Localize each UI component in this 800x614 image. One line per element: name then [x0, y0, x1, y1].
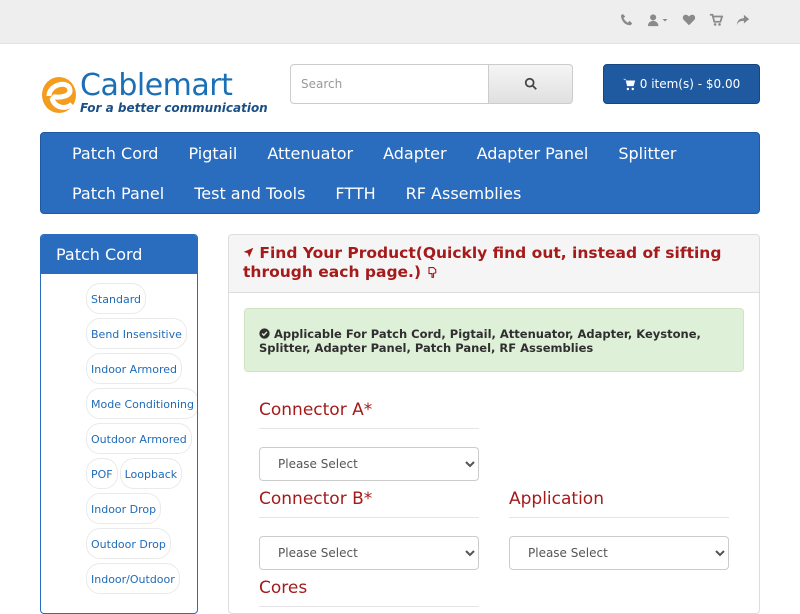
menu-row-2: Patch Panel Test and Tools FTTH RF Assem…: [57, 173, 743, 213]
menu-item-attenuator[interactable]: Attenuator: [252, 144, 368, 163]
phone-icon[interactable]: [618, 11, 636, 29]
sidebar-item-loopback[interactable]: Loopback: [119, 458, 183, 489]
site-logo[interactable]: Cablemart For a better communication: [40, 68, 268, 120]
sidebar-item-indoor-drop[interactable]: Indoor Drop: [86, 493, 162, 524]
check-circle-icon: [259, 328, 270, 339]
main-menu: Patch Cord Pigtail Attenuator Adapter Ad…: [40, 132, 760, 214]
application-select[interactable]: Please Select: [509, 536, 729, 570]
menu-item-patch-panel[interactable]: Patch Panel: [57, 184, 179, 203]
logo-tagline: For a better communication: [80, 101, 268, 115]
menu-row-1: Patch Cord Pigtail Attenuator Adapter Ad…: [57, 133, 743, 173]
menu-item-patch-cord[interactable]: Patch Cord: [57, 144, 173, 163]
connector-b-label: Connector B*: [259, 489, 479, 518]
product-finder-panel: Find Your Product(Quickly find out, inst…: [228, 234, 760, 614]
menu-item-adapter-panel[interactable]: Adapter Panel: [462, 144, 604, 163]
sidebar-item-mode-conditioning[interactable]: Mode Conditioning: [86, 388, 197, 419]
cart-label: 0 item(s) - $0.00: [639, 77, 741, 91]
share-icon[interactable]: [734, 11, 752, 29]
shopping-cart-icon: [622, 78, 635, 90]
search-bar: [290, 64, 573, 104]
search-button[interactable]: [488, 64, 573, 104]
logo-brand: Cablemart: [80, 68, 233, 103]
cores-label: Cores: [259, 578, 479, 607]
applicable-text: Applicable For Patch Cord, Pigtail, Atte…: [259, 327, 701, 355]
search-icon: [524, 77, 537, 90]
sidebar-item-indoor-outdoor[interactable]: Indoor/Outdoor: [86, 563, 180, 594]
heart-icon[interactable]: [680, 11, 698, 29]
cart-icon[interactable]: [707, 11, 725, 29]
location-arrow-icon: [243, 247, 254, 258]
application-field: Application Please Select: [509, 489, 729, 570]
cart-button[interactable]: 0 item(s) - $0.00: [603, 64, 760, 104]
connector-b-select[interactable]: Please Select: [259, 536, 479, 570]
category-sidebar: Patch Cord Standard Bend Insensitive Ind…: [40, 234, 198, 614]
sidebar-item-standard[interactable]: Standard: [86, 283, 147, 314]
finder-heading: Find Your Product(Quickly find out, inst…: [243, 244, 722, 281]
sidebar-item-bend-insensitive[interactable]: Bend Insensitive: [86, 318, 187, 349]
connector-b-field: Connector B* Please Select: [259, 489, 479, 570]
menu-item-rf-assemblies[interactable]: RF Assemblies: [391, 184, 537, 203]
menu-item-pigtail[interactable]: Pigtail: [173, 144, 252, 163]
menu-item-test-and-tools[interactable]: Test and Tools: [179, 184, 320, 203]
top-bar: [0, 0, 800, 44]
hand-point-down-icon: [428, 266, 437, 278]
sidebar-list: Standard Bend Insensitive Indoor Armored…: [41, 274, 197, 598]
menu-item-ftth[interactable]: FTTH: [320, 184, 390, 203]
sidebar-title: Patch Cord: [41, 235, 197, 274]
menu-item-splitter[interactable]: Splitter: [603, 144, 691, 163]
cores-field: Cores: [259, 578, 479, 607]
menu-item-adapter[interactable]: Adapter: [368, 144, 461, 163]
sidebar-item-outdoor-drop[interactable]: Outdoor Drop: [86, 528, 171, 559]
application-label: Application: [509, 489, 729, 518]
logo-e-icon: [42, 77, 76, 113]
search-input[interactable]: [290, 64, 488, 104]
sidebar-item-indoor-armored[interactable]: Indoor Armored: [86, 353, 183, 384]
top-icons: [618, 11, 752, 29]
sidebar-item-pof[interactable]: POF: [86, 458, 118, 489]
user-icon[interactable]: [645, 11, 671, 29]
connector-a-select[interactable]: Please Select: [259, 447, 479, 481]
applicable-alert: Applicable For Patch Cord, Pigtail, Atte…: [244, 308, 744, 372]
sidebar-item-outdoor-armored[interactable]: Outdoor Armored: [86, 423, 192, 454]
connector-a-label: Connector A*: [259, 400, 479, 429]
finder-heading-box: Find Your Product(Quickly find out, inst…: [229, 235, 759, 293]
connector-a-field: Connector A* Please Select: [259, 400, 479, 481]
